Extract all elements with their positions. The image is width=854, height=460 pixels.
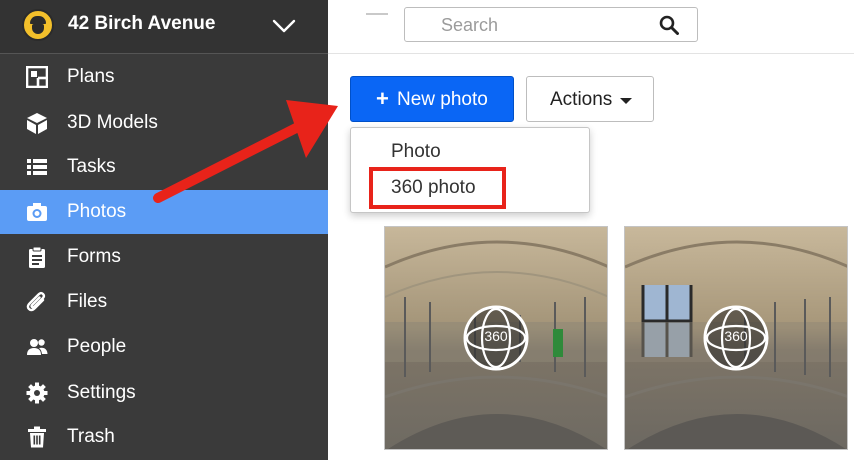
- sidebar-item-plans[interactable]: Plans: [0, 55, 328, 99]
- sidebar: 42 Birch Avenue Plans 3D Models Tasks Ph…: [0, 0, 328, 460]
- caret-down-icon: [620, 98, 632, 104]
- sidebar-item-label: 3D Models: [67, 112, 158, 133]
- sidebar-item-forms[interactable]: Forms: [0, 235, 328, 279]
- sidebar-item-trash[interactable]: Trash: [0, 415, 328, 459]
- project-logo-icon: [22, 9, 54, 41]
- sidebar-item-label: People: [67, 336, 127, 357]
- project-switcher[interactable]: 42 Birch Avenue: [0, 0, 328, 54]
- sidebar-item-tasks[interactable]: Tasks: [0, 145, 328, 189]
- sidebar-item-label: Tasks: [67, 156, 116, 177]
- 360-label: 360: [724, 328, 748, 344]
- actions-label: Actions: [550, 89, 613, 110]
- sidebar-item-label: Trash: [67, 426, 115, 447]
- sidebar-item-label: Settings: [67, 382, 136, 403]
- new-photo-label: New photo: [397, 89, 488, 110]
- clipboard-icon: [29, 246, 45, 268]
- sidebar-item-photos[interactable]: Photos: [0, 190, 328, 234]
- list-icon: [27, 159, 47, 175]
- paperclip-icon: [26, 291, 46, 312]
- photo-tile[interactable]: 360: [624, 226, 848, 450]
- menu-icon[interactable]: [366, 13, 388, 27]
- sidebar-item-label: Files: [67, 291, 108, 312]
- 360-label: 360: [484, 328, 508, 344]
- trash-icon: [28, 426, 46, 448]
- sidebar-item-label: Forms: [67, 246, 121, 267]
- cube-icon: [27, 113, 47, 134]
- search-box: [404, 7, 698, 42]
- plans-icon: [26, 66, 48, 88]
- actions-button[interactable]: Actions: [526, 76, 654, 122]
- sidebar-item-files[interactable]: Files: [0, 280, 328, 324]
- gear-icon: [26, 382, 48, 404]
- dropdown-item-photo[interactable]: Photo: [391, 141, 441, 163]
- sidebar-item-3d-models[interactable]: 3D Models: [0, 101, 328, 145]
- search-icon[interactable]: [659, 15, 679, 35]
- people-icon: [27, 339, 48, 355]
- chevron-down-icon[interactable]: [272, 14, 296, 38]
- 360-badge: 360: [703, 305, 769, 371]
- sidebar-item-label: Plans: [67, 66, 115, 87]
- sidebar-item-label: Photos: [67, 201, 127, 222]
- callout-highlight-box: [369, 167, 506, 209]
- 360-badge: 360: [463, 305, 529, 371]
- sidebar-item-settings[interactable]: Settings: [0, 371, 328, 415]
- sidebar-item-people[interactable]: People: [0, 325, 328, 369]
- project-name: 42 Birch Avenue: [68, 13, 216, 34]
- plus-icon: +: [376, 86, 389, 111]
- photo-tile[interactable]: 360: [384, 226, 608, 450]
- search-input[interactable]: [415, 12, 645, 38]
- top-bar: [328, 0, 854, 54]
- new-photo-button[interactable]: + New photo: [350, 76, 514, 122]
- camera-icon: [27, 203, 47, 221]
